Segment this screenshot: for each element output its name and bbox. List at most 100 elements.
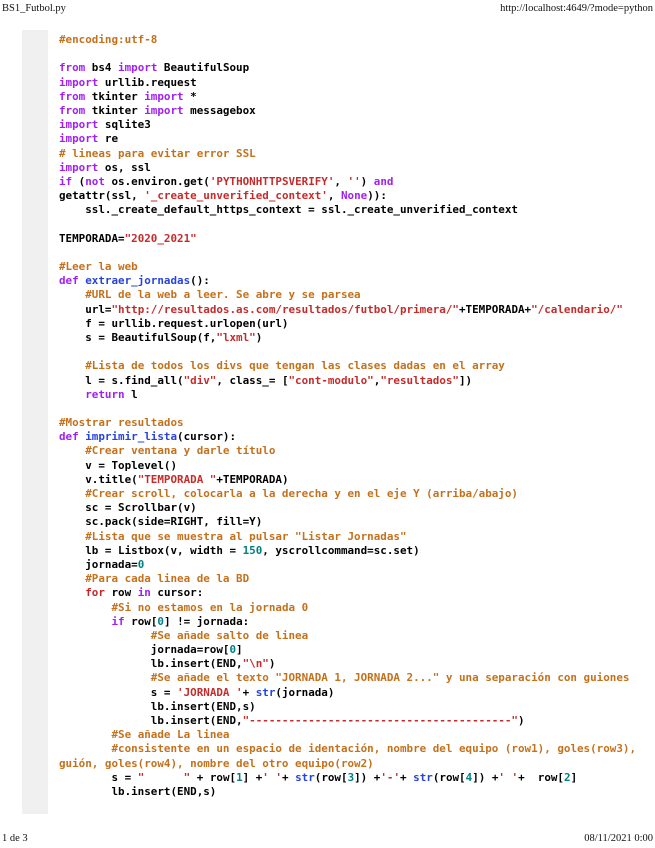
code-token: str [413, 770, 433, 784]
code-line: import re [59, 132, 655, 146]
code-line: from tkinter import messagebox [59, 104, 655, 118]
code-token: "cont-modulo" [288, 373, 374, 387]
code-token: #Mostrar resultados [59, 416, 184, 430]
code-token: imprimir_lista [85, 430, 178, 444]
code-token: ) [255, 330, 263, 344]
code-token: if [111, 614, 125, 628]
code-token: def [59, 430, 79, 444]
code-token: tkinter [85, 103, 145, 117]
code-line: lb.insert(END,s) [59, 785, 655, 799]
code-token: import [59, 132, 99, 146]
code-line: #Leer la web [59, 260, 655, 274]
code-token: v.title( [59, 472, 138, 486]
code-token: extraer_jornadas [85, 274, 191, 288]
code-token: f = urllib.request.urlopen(url) [59, 316, 289, 330]
code-token: '' [347, 174, 361, 188]
code-token: , [327, 189, 341, 203]
code-token: 'JORNADA ' [177, 685, 243, 699]
code-token: ) [517, 714, 525, 727]
code-line: #Se añade el texto "JORNADA 1, JORNADA 2… [59, 671, 655, 685]
code-token: + row[ [518, 770, 564, 784]
code-line: import os, ssl [59, 161, 655, 175]
code-line: s = " " + row[1] +' '+ str(row[3]) +'-'+… [59, 771, 655, 785]
code-token: ) [360, 174, 374, 188]
code-token: def [59, 274, 79, 288]
code-line: sc.pack(side=RIGHT, fill=Y) [59, 515, 655, 529]
code-token: for [85, 586, 105, 600]
code-line: lb.insert(END,"\n") [59, 657, 655, 671]
code-token: ] [570, 770, 578, 784]
code-token: from [59, 61, 86, 75]
code-line: def extraer_jornadas(): [59, 274, 655, 288]
code-token: (row[ [314, 770, 348, 784]
code-token: "\n" [242, 657, 269, 671]
code-token: # lineas para evitar error SSL [59, 146, 256, 160]
code-token: (row[ [432, 770, 466, 784]
code-token: import [59, 118, 99, 132]
code-token: messagebox [183, 103, 256, 117]
code-line: v = Toplevel() [59, 459, 655, 473]
code-token: + [281, 770, 296, 784]
page-number: 1 de 3 [2, 833, 28, 844]
code-token: import [59, 75, 99, 89]
code-token: #Se añade salto de linea [150, 628, 309, 642]
code-token: 0 [137, 557, 145, 571]
code-token: '_create_unverified_context' [144, 189, 328, 203]
code-token: not [85, 174, 105, 188]
code-token: v = Toplevel() [59, 458, 178, 472]
code-line: # lineas para evitar error SSL [59, 147, 655, 161]
code-line: return l [59, 388, 655, 402]
code-token: , class_= [ [216, 373, 289, 387]
code-line: jornada=row[0] [59, 643, 655, 657]
code-line: #Crear scroll, colocarla a la derecha y … [59, 487, 655, 501]
code-line: #URL de la web a leer. Se abre y se pars… [59, 288, 655, 302]
code-line: v.title("TEMPORADA "+TEMPORADA) [59, 473, 655, 487]
code-line: #Si no estamos en la jornada 0 [59, 601, 655, 615]
code-token: lb.insert(END,s) [59, 699, 256, 713]
code-token: tkinter [85, 89, 145, 103]
code-token: (jornada) [275, 685, 335, 699]
code-token: from [59, 89, 86, 103]
code-token: ' ' [498, 770, 519, 784]
code-token: ' ' [262, 770, 282, 784]
code-token: if [59, 174, 73, 188]
code-token: l = s.find_all( [59, 373, 184, 387]
code-token: BeautifulSoup [157, 61, 250, 75]
code-token: and [373, 174, 394, 188]
code-token: 'PYTHONHTTPSVERIFY' [209, 174, 335, 188]
code-token: jornada= [59, 557, 138, 571]
code-token: url= [59, 302, 112, 316]
print-timestamp: 08/11/2021 0:00 [584, 833, 653, 844]
code-token: #Lista que se muestra al pulsar "Listar … [85, 529, 407, 543]
code-token: lb.insert(END, [59, 657, 243, 671]
code-line: #consistente en un espacio de identación… [59, 742, 655, 756]
code-token: #Se añade La linea [111, 728, 230, 742]
code-token: #consistente en un espacio de identación… [111, 742, 637, 756]
code-token: import [144, 103, 184, 117]
code-token: sc.pack(side=RIGHT, fill=Y) [59, 515, 263, 529]
code-token: ]) [459, 373, 473, 387]
code-line: guión, goles(row4), nombre del otro equi… [59, 757, 655, 771]
code-line: getattr(ssl, '_create_unverified_context… [59, 189, 655, 203]
code-line: #Lista que se muestra al pulsar "Listar … [59, 530, 655, 544]
code-token: #encoding:utf-8 [59, 33, 158, 46]
code-token: "resultados" [380, 373, 459, 387]
code-token: in [137, 586, 151, 600]
code-line: import sqlite3 [59, 118, 655, 132]
code-line: #Mostrar resultados [59, 416, 655, 430]
code-token: + row[ [190, 770, 237, 784]
code-line: def imprimir_lista(cursor): [59, 430, 655, 444]
code-token: ]) + [472, 770, 499, 784]
code-token: +TEMPORADA+ [458, 302, 532, 316]
code-token: ] [236, 643, 243, 657]
